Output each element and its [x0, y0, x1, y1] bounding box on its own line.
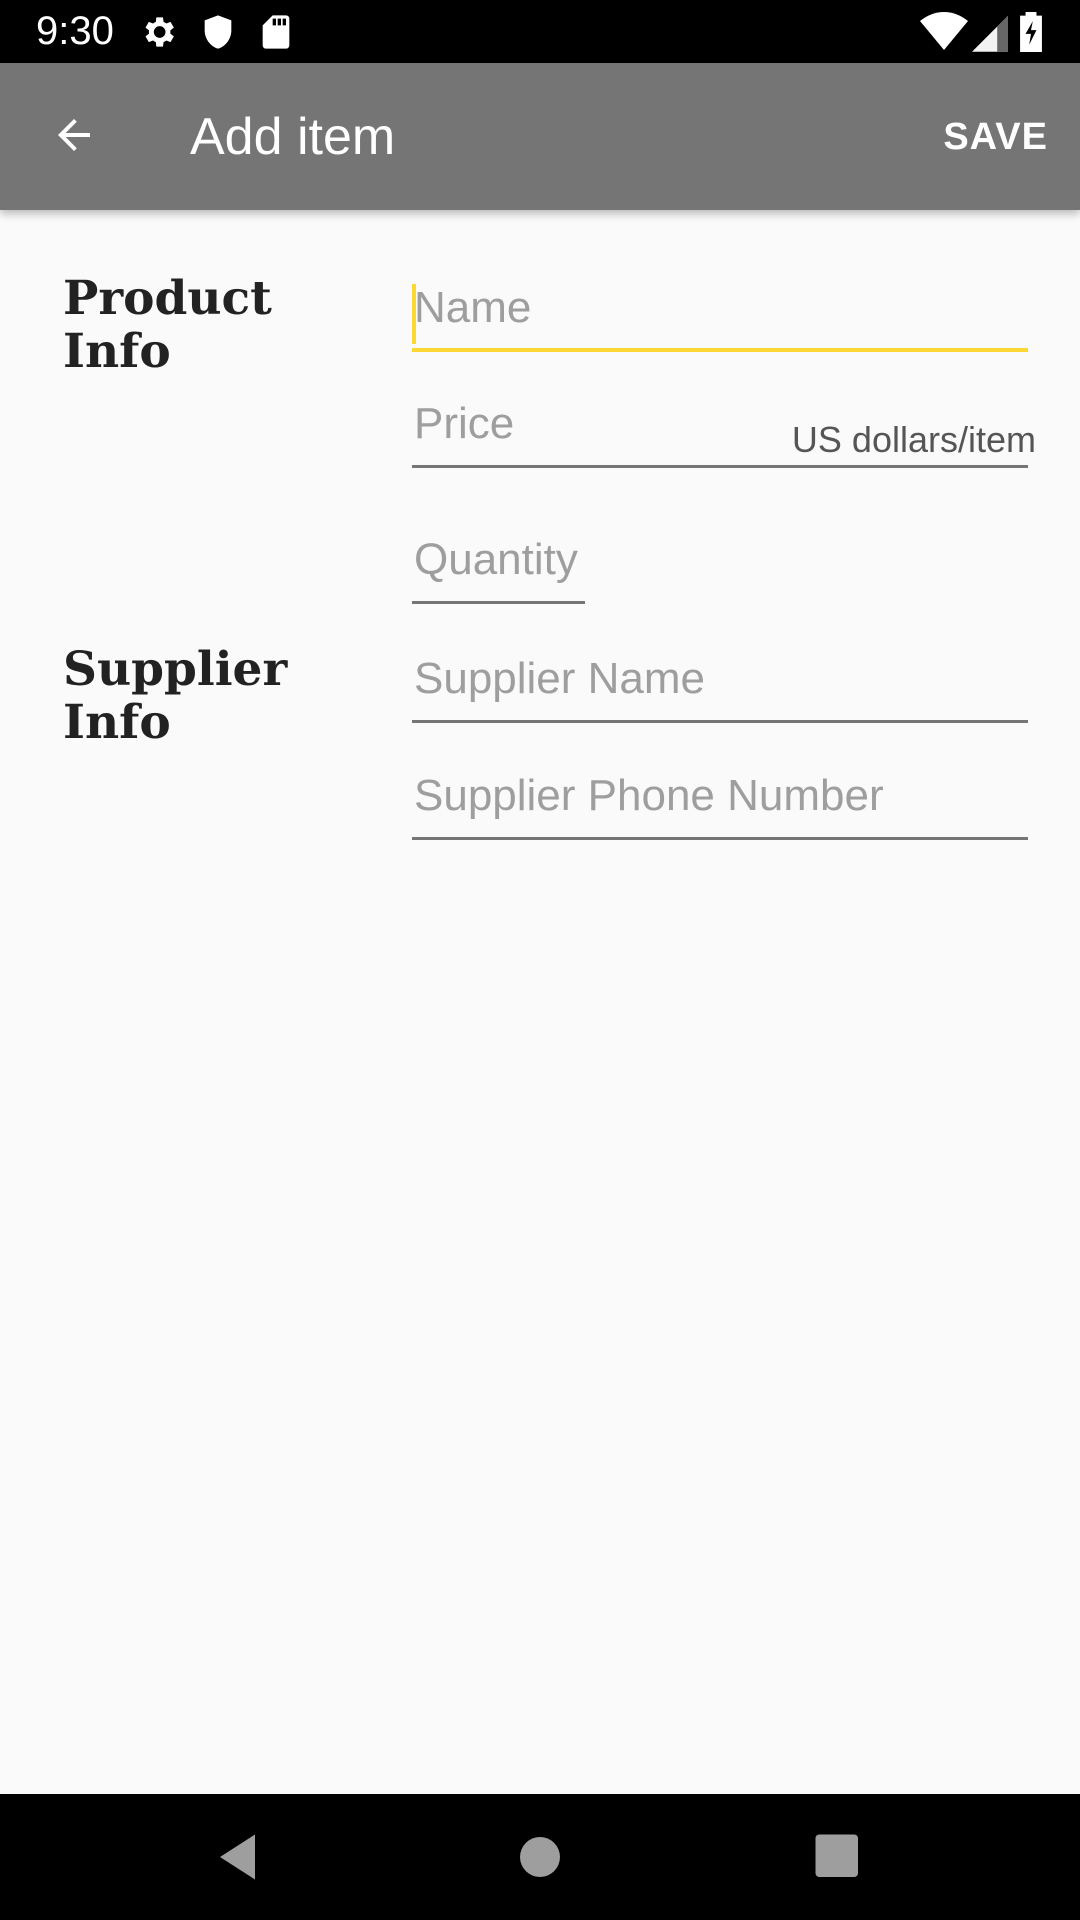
sd-card-icon	[256, 12, 296, 52]
name-underline	[412, 348, 1028, 352]
status-bar: 9:30	[0, 0, 1080, 63]
shield-icon	[198, 12, 238, 52]
supplier-info-label: Supplier Info	[63, 642, 288, 750]
product-info-label: Product Info	[63, 271, 272, 379]
quantity-underline	[412, 601, 585, 604]
page-title: Add item	[190, 108, 396, 166]
status-time: 9:30	[36, 9, 114, 53]
supplier-name-underline	[412, 720, 1028, 723]
supplier-phone-underline	[412, 837, 1028, 840]
name-field[interactable]	[412, 272, 1028, 352]
status-icons-right	[920, 12, 1060, 52]
system-nav-bar	[0, 1794, 1080, 1920]
nav-recents-button[interactable]	[808, 1827, 868, 1887]
nav-back-button[interactable]	[210, 1827, 270, 1887]
price-underline	[412, 465, 1028, 468]
supplier-name-input[interactable]	[412, 643, 1028, 715]
arrow-back-icon	[50, 111, 98, 164]
supplier-name-field[interactable]	[412, 643, 1028, 723]
gear-icon	[138, 12, 178, 52]
wifi-icon	[920, 12, 968, 52]
supplier-phone-field[interactable]	[412, 760, 1028, 840]
quantity-input[interactable]	[412, 524, 585, 596]
save-button[interactable]: SAVE	[943, 113, 1048, 161]
name-input[interactable]	[412, 272, 1028, 344]
quantity-field[interactable]	[412, 524, 585, 604]
back-button[interactable]	[34, 101, 114, 173]
supplier-phone-input[interactable]	[412, 760, 1028, 832]
recents-square-icon	[815, 1834, 858, 1877]
back-triangle-icon	[220, 1834, 255, 1880]
cell-signal-icon	[972, 12, 1008, 52]
price-unit-label: US dollars/item	[791, 419, 1036, 460]
text-cursor	[412, 284, 416, 344]
nav-home-button[interactable]	[510, 1827, 570, 1887]
app-bar: Add item SAVE	[0, 63, 1080, 210]
home-circle-icon	[520, 1837, 560, 1877]
battery-charging-icon	[1018, 12, 1044, 52]
